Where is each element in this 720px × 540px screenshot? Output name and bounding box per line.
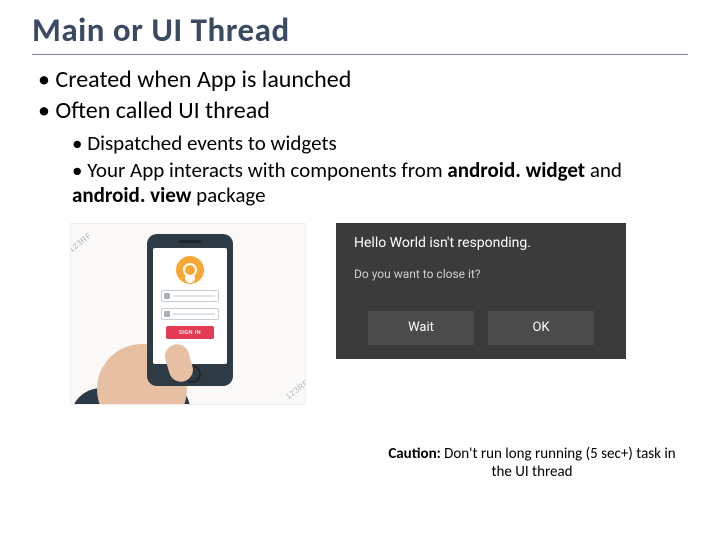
password-field: [161, 308, 219, 320]
anr-button-row: Wait OK: [336, 311, 626, 345]
text: package: [191, 182, 265, 208]
bullet-list-sub: Dispatched events to widgets Your App in…: [72, 131, 688, 209]
caution-label: Caution:: [388, 445, 440, 463]
login-illustration: 123RF 123RF SIGN IN: [70, 223, 306, 405]
bullet-item: Your App interacts with components from …: [72, 158, 688, 208]
bullet-item: Often called UI thread: [38, 96, 688, 125]
text: Your App interacts with components from: [87, 157, 447, 183]
slide-title: Main or UI Thread: [32, 10, 688, 52]
username-field: [161, 290, 219, 302]
title-underline: [32, 54, 688, 55]
anr-dialog: Hello World isn't responding. Do you wan…: [336, 223, 626, 359]
signin-button: SIGN IN: [166, 326, 214, 339]
caution-text: Don't run long running (5 sec+) task in …: [441, 445, 676, 482]
ok-button: OK: [488, 311, 594, 345]
phone-screen: SIGN IN: [153, 248, 227, 364]
anr-title: Hello World isn't responding.: [354, 235, 531, 251]
watermark: 123RF: [70, 230, 93, 253]
avatar-icon: [176, 256, 204, 284]
bullet-item: Dispatched events to widgets: [72, 131, 688, 156]
anr-subtitle: Do you want to close it?: [354, 267, 481, 281]
text: and: [585, 157, 622, 183]
caution-note: Caution: Don't run long running (5 sec+)…: [382, 445, 682, 483]
bullet-list-top: Created when App is launched Often calle…: [38, 65, 688, 125]
text-bold: android. widget: [447, 157, 585, 183]
wait-button: Wait: [368, 311, 474, 345]
text-bold: android. view: [72, 182, 191, 208]
phone-speaker-icon: [179, 240, 201, 243]
watermark: 123RF: [285, 377, 306, 400]
bullet-item: Created when App is launched: [38, 65, 688, 94]
